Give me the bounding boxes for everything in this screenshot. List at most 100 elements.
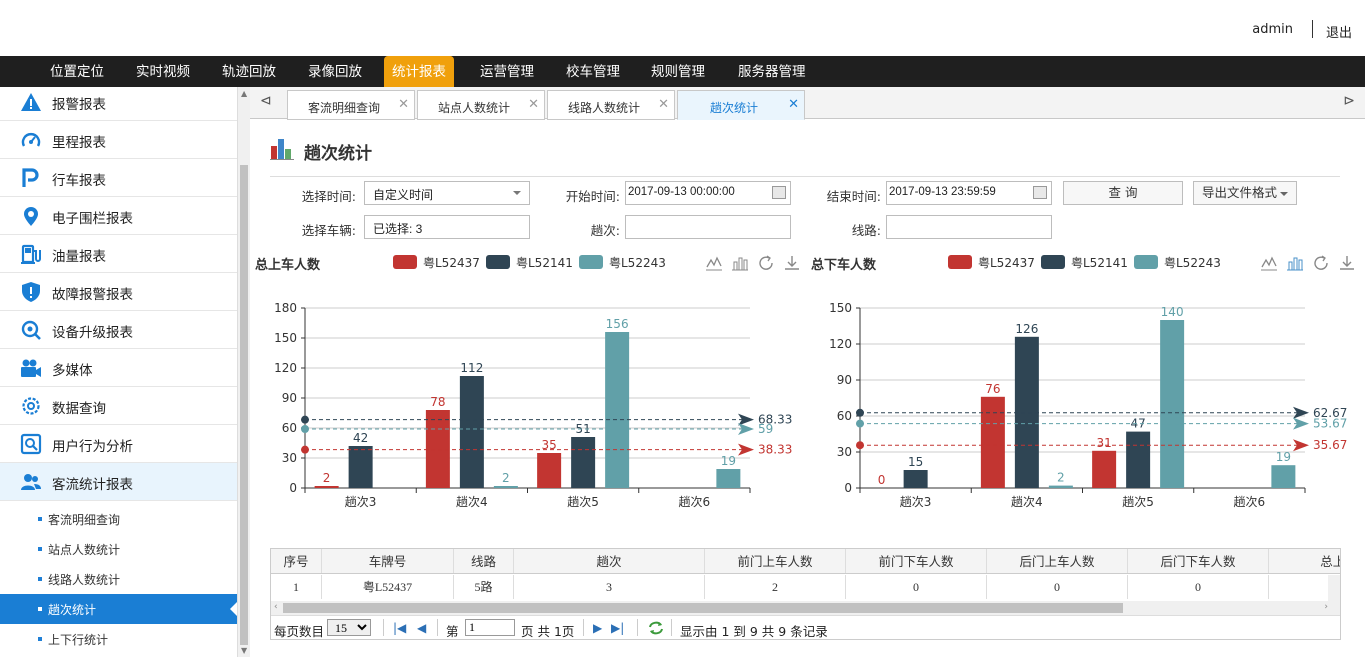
column-header[interactable]: 趟次	[514, 549, 705, 573]
main-nav: 位置定位 实时视频 轨迹回放 录像回放 统计报表 运营管理 校车管理 规则管理 …	[0, 56, 1365, 87]
tab-label: 趟次统计	[709, 101, 758, 115]
sidebar-subitem-direction-stats[interactable]: 上下行统计	[0, 624, 237, 654]
username[interactable]: admin	[1252, 22, 1293, 37]
x-tick-label: 趟次6	[1234, 494, 1266, 509]
sidebar-subitem-route-count[interactable]: 线路人数统计	[0, 564, 237, 594]
parking-icon	[22, 168, 39, 187]
query-button[interactable]: 查 询	[1063, 181, 1183, 205]
time-select[interactable]: 自定义时间	[364, 181, 530, 205]
vehicle-select[interactable]: 已选择: 3	[364, 215, 530, 239]
tab-station-count[interactable]: 站点人数统计 ✕	[417, 90, 545, 120]
nav-item-operations[interactable]: 运营管理	[472, 56, 542, 87]
column-header[interactable]: 前门上车人数	[705, 549, 846, 573]
bar	[605, 332, 630, 488]
settings-search-icon	[22, 397, 40, 415]
sidebar-item-passenger-flow[interactable]: 客流统计报表	[0, 463, 237, 501]
column-header[interactable]: 车牌号	[322, 549, 454, 573]
table-vertical-scrollbar[interactable]	[1328, 575, 1340, 601]
table-cell: 粤L52437	[322, 575, 454, 599]
sidebar-item-geofence-report[interactable]: 电子围栏报表	[0, 197, 237, 235]
data-label: 78	[430, 395, 445, 409]
scrollbar-thumb[interactable]	[240, 165, 248, 645]
close-icon[interactable]: ✕	[528, 97, 539, 112]
column-header[interactable]: 总上车	[1269, 549, 1340, 573]
per-page-select[interactable]: 15	[327, 619, 371, 636]
nav-item-servers[interactable]: 服务器管理	[730, 56, 814, 87]
close-icon[interactable]: ✕	[658, 97, 669, 112]
export-format-button[interactable]: 导出文件格式	[1193, 181, 1297, 205]
close-icon[interactable]: ✕	[398, 97, 409, 112]
nav-item-location[interactable]: 位置定位	[42, 56, 112, 87]
sidebar-item-user-behavior[interactable]: 用户行为分析	[0, 425, 237, 463]
calendar-icon[interactable]	[772, 186, 786, 199]
calendar-icon[interactable]	[1033, 186, 1047, 199]
nav-item-school-bus[interactable]: 校车管理	[558, 56, 628, 87]
column-header[interactable]: 序号	[271, 549, 322, 573]
legend-swatch	[1134, 255, 1158, 269]
bar	[571, 437, 596, 488]
column-header[interactable]: 线路	[454, 549, 514, 573]
sidebar-item-data-query[interactable]: 数据查询	[0, 387, 237, 425]
scroll-down-icon[interactable]: ▼	[241, 646, 247, 655]
line-chart-icon[interactable]	[705, 254, 723, 272]
column-header[interactable]: 后门下车人数	[1128, 549, 1269, 573]
line-chart-icon[interactable]	[1260, 254, 1278, 272]
sidebar-item-label: 里程报表	[52, 135, 106, 151]
page-number-input[interactable]	[465, 619, 515, 636]
sidebar-subitem-trip-stats[interactable]: 趟次统计	[0, 594, 237, 624]
bar-chart-icon[interactable]	[1286, 254, 1304, 272]
scroll-up-icon[interactable]: ▲	[241, 89, 247, 98]
chevron-down-icon	[1280, 191, 1288, 196]
first-page-icon[interactable]: |◀	[393, 621, 406, 635]
table-horizontal-scrollbar[interactable]: ‹ ›	[271, 601, 1340, 615]
sidebar-item-fault-alarm-report[interactable]: 故障报警报表	[0, 273, 237, 311]
bullet-icon	[38, 547, 42, 551]
scroll-left-icon[interactable]: ‹	[274, 602, 278, 612]
nav-item-statistics[interactable]: 统计报表	[384, 56, 454, 87]
sidebar-item-device-upgrade-report[interactable]: 设备升级报表	[0, 311, 237, 349]
sidebar-item-fuel-report[interactable]: 油量报表	[0, 235, 237, 273]
start-time-input[interactable]: 2017-09-13 00:00:00	[625, 181, 791, 205]
tab-scroll-right-icon[interactable]: ⊳	[1343, 93, 1355, 109]
download-icon[interactable]	[783, 254, 801, 272]
tab-trip-stats[interactable]: 趟次统计 ✕	[677, 90, 805, 120]
tab-scroll-left-icon[interactable]: ⊲	[260, 93, 272, 109]
close-icon[interactable]: ✕	[788, 97, 799, 112]
nav-item-live-video[interactable]: 实时视频	[128, 56, 198, 87]
sidebar-item-alarm-report[interactable]: 报警报表	[0, 87, 237, 121]
bar	[425, 410, 450, 488]
nav-item-recording-playback[interactable]: 录像回放	[300, 56, 370, 87]
sidebar-item-multimedia[interactable]: 多媒体	[0, 349, 237, 387]
sidebar-item-mileage-report[interactable]: 里程报表	[0, 121, 237, 159]
tab-route-count[interactable]: 线路人数统计 ✕	[547, 90, 675, 120]
tab-flow-detail[interactable]: 客流明细查询 ✕	[287, 90, 415, 120]
nav-item-track-playback[interactable]: 轨迹回放	[214, 56, 284, 87]
x-tick-label: 趟次4	[456, 494, 488, 509]
end-time-input[interactable]: 2017-09-13 23:59:59	[886, 181, 1052, 205]
data-label: 140	[1161, 305, 1184, 319]
prev-page-icon[interactable]: ◀	[417, 621, 426, 635]
sidebar-subitem-station-count[interactable]: 站点人数统计	[0, 534, 237, 564]
column-header[interactable]: 前门下车人数	[846, 549, 987, 573]
legend-swatch	[486, 255, 510, 269]
sidebar-scrollbar[interactable]: ▲ ▼	[237, 87, 250, 657]
average-marker	[856, 419, 864, 428]
table-row[interactable]: 1 粤L52437 5路 3 2 0 0 0	[271, 575, 1340, 599]
column-header[interactable]: 后门上车人数	[987, 549, 1128, 573]
refresh-icon[interactable]	[757, 254, 775, 272]
refresh-icon[interactable]	[1312, 254, 1330, 272]
next-page-icon[interactable]: ▶	[593, 621, 602, 635]
route-input[interactable]	[886, 215, 1052, 239]
refresh-icon[interactable]	[647, 620, 665, 636]
sidebar-subitem-flow-detail[interactable]: 客流明细查询	[0, 504, 237, 534]
scrollbar-thumb[interactable]	[283, 603, 1123, 613]
sidebar-item-label: 行车报表	[52, 173, 106, 189]
download-icon[interactable]	[1338, 254, 1356, 272]
nav-item-rules[interactable]: 规则管理	[643, 56, 713, 87]
trip-input[interactable]	[625, 215, 791, 239]
logout-link[interactable]: 退出	[1326, 22, 1352, 41]
scroll-right-icon[interactable]: ›	[1324, 602, 1328, 612]
sidebar-item-driving-report[interactable]: 行车报表	[0, 159, 237, 197]
last-page-icon[interactable]: ▶|	[611, 621, 624, 635]
bar-chart-icon[interactable]	[731, 254, 749, 272]
